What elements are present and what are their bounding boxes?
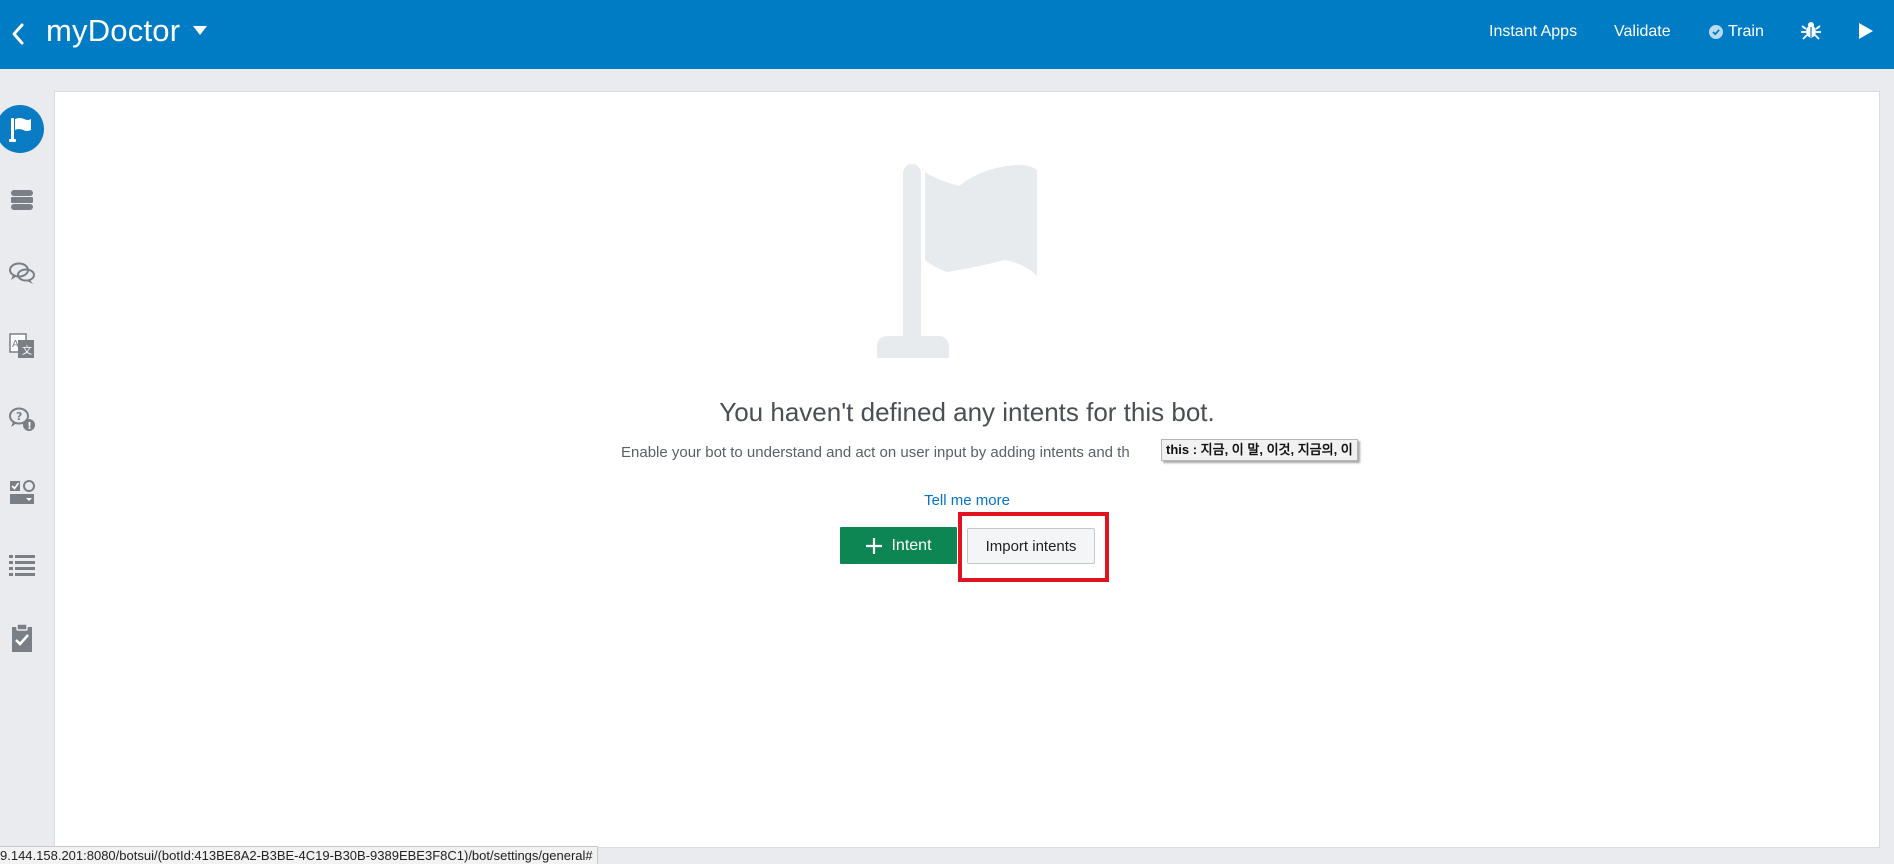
sidebar-item-components[interactable]	[0, 467, 44, 517]
bot-switcher-dropdown[interactable]	[192, 23, 210, 37]
import-intents-button[interactable]: Import intents	[967, 528, 1095, 564]
add-intent-label: Intent	[891, 536, 932, 554]
validate-link[interactable]: Validate	[1614, 23, 1671, 41]
plus-icon	[866, 537, 883, 554]
tell-me-more-link[interactable]: Tell me more	[55, 492, 1879, 509]
back-button[interactable]	[6, 18, 30, 50]
sidebar-item-quality[interactable]	[0, 613, 44, 663]
translate-icon: A 文	[9, 333, 34, 358]
empty-state-description: Enable your bot to understand and act on…	[621, 444, 1130, 461]
svg-text:A: A	[12, 339, 19, 350]
flag-illustration-icon	[877, 164, 1037, 358]
chat-bubbles-icon	[9, 262, 35, 284]
question-bubble-icon: ? !	[9, 407, 35, 432]
clipboard-check-icon	[12, 623, 32, 652]
app-title: myDoctor	[46, 13, 181, 48]
components-icon	[10, 480, 35, 504]
list-icon	[9, 555, 35, 576]
sidebar-item-flows[interactable]	[0, 248, 44, 298]
sidebar-item-resource-bundles[interactable]: A 文	[0, 321, 44, 371]
caret-down-icon	[193, 26, 207, 35]
check-circle-icon	[1709, 25, 1723, 39]
preview-play-button[interactable]	[1855, 21, 1875, 41]
sidebar-item-logs[interactable]	[0, 540, 44, 590]
train-label: Train	[1728, 23, 1764, 40]
left-sidebar: A 文 ? !	[0, 69, 54, 864]
instant-apps-link[interactable]: Instant Apps	[1489, 23, 1577, 41]
svg-text:!: !	[27, 421, 32, 432]
add-intent-button[interactable]: Intent	[840, 527, 957, 564]
bug-icon	[1801, 22, 1821, 40]
back-icon	[12, 23, 24, 45]
status-url-bar: 9.144.158.201:8080/botsui/(botId:413BE8A…	[0, 846, 598, 864]
sidebar-item-qna[interactable]: ? !	[0, 394, 44, 444]
top-header: myDoctor Instant Apps Validate Train	[0, 0, 1894, 69]
debug-button[interactable]	[1800, 19, 1822, 41]
database-icon	[11, 190, 33, 210]
svg-text:文: 文	[22, 344, 32, 357]
sidebar-item-intents[interactable]	[0, 105, 44, 153]
sidebar-item-entities[interactable]	[0, 175, 44, 225]
svg-text:?: ?	[16, 410, 22, 423]
flag-icon	[9, 118, 31, 142]
translation-tooltip: this : 지금, 이 말, 이것, 지금의, 이	[1161, 439, 1358, 461]
train-button[interactable]: Train	[1709, 23, 1764, 41]
empty-state-title: You haven't defined any intents for this…	[719, 397, 1215, 427]
play-icon	[1859, 23, 1873, 39]
intents-empty-panel: You haven't defined any intents for this…	[54, 91, 1880, 848]
